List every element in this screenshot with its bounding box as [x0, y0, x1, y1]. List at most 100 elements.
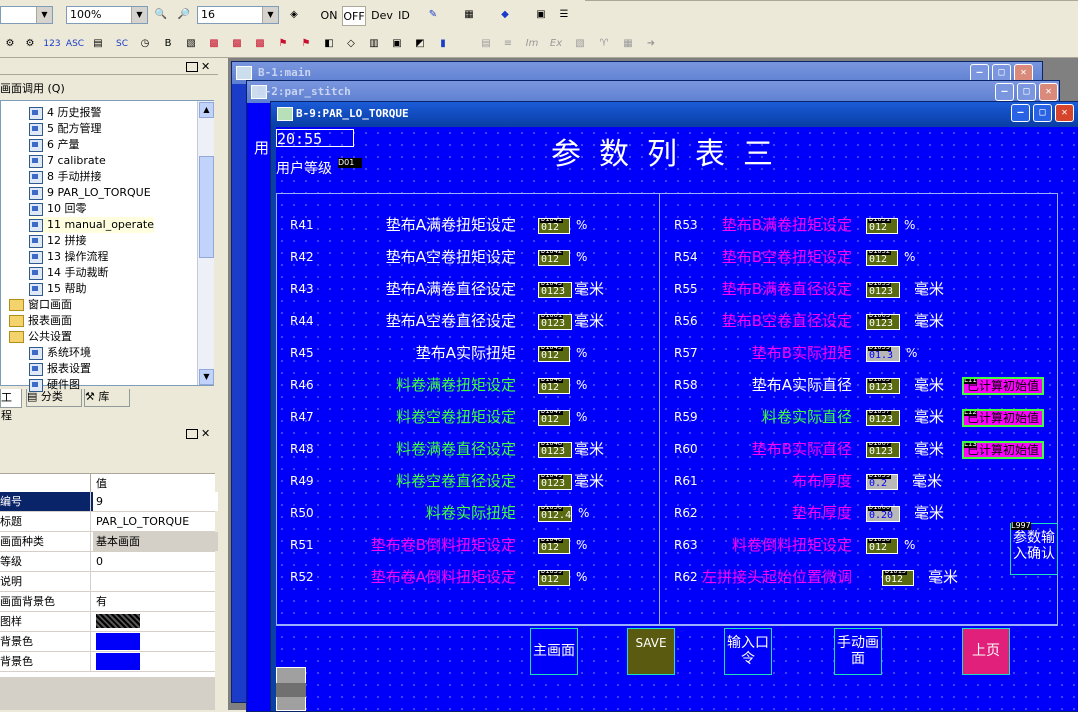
numeric-input-icon[interactable]: ▤	[90, 36, 106, 52]
close-icon[interactable]: ✕	[201, 427, 210, 440]
tree-item[interactable]: 8 手动拼接	[29, 169, 102, 185]
close-button[interactable]: ✕	[1055, 104, 1074, 122]
bar-icon[interactable]: ▥	[366, 36, 382, 52]
tree-item[interactable]: 报表设置	[29, 361, 91, 377]
tree-item[interactable]: 窗口画面	[9, 297, 72, 313]
reset-initial-button[interactable]: 已计算初始值 L12	[962, 409, 1044, 427]
param-value-field[interactable]: 0123 D1053	[866, 282, 900, 298]
param-value-field[interactable]: 0123 D1057	[866, 410, 900, 426]
tree-item[interactable]: 9 PAR_LO_TORQUE	[29, 185, 151, 201]
word-switch-icon[interactable]: ⚑	[298, 36, 314, 52]
meter-icon[interactable]: ▣	[389, 36, 405, 52]
pattern-icon[interactable]: ▦	[461, 7, 477, 23]
go-screen-icon[interactable]: ◧	[321, 36, 337, 52]
main-screen-button[interactable]: 主画面	[530, 628, 578, 675]
tab-project[interactable]: 工程	[0, 389, 22, 422]
font-size-combo[interactable]: 16 ▼	[197, 6, 279, 24]
scroll-up-icon[interactable]: ▲	[199, 102, 214, 118]
layer-icon[interactable]: ▣	[533, 7, 549, 23]
pen-icon[interactable]: ✎	[425, 7, 441, 23]
property-value[interactable]: 基本画面	[93, 532, 218, 551]
param-confirm-button[interactable]: L997 参数输入确认	[1010, 522, 1058, 575]
scroll-down-icon[interactable]: ▼	[199, 369, 214, 385]
param-value-field[interactable]: 012 D1046	[538, 538, 570, 554]
property-value[interactable]: 有	[93, 592, 218, 611]
property-value[interactable]: 0	[93, 552, 218, 571]
close-icon[interactable]: ✕	[201, 60, 210, 73]
device-icon[interactable]: ⚙	[2, 36, 18, 52]
tree-item[interactable]: 4 历史报警	[29, 105, 102, 121]
tree-item[interactable]: 7 calibrate	[29, 153, 106, 169]
alarm-icon[interactable]: ▩	[206, 36, 222, 52]
maximize-button[interactable]: □	[1033, 104, 1052, 122]
dev-button[interactable]: Dev	[370, 6, 394, 26]
clock-icon[interactable]: ◷	[137, 36, 153, 52]
param-value-field[interactable]: 012 D1047	[538, 410, 570, 426]
paint-bucket-icon[interactable]: ◆	[497, 7, 513, 23]
param-value-field[interactable]: 012 D1045	[538, 346, 570, 362]
tree-item[interactable]: 13 操作流程	[29, 249, 109, 265]
param-value-field[interactable]: 0123 D1043	[538, 282, 572, 298]
param-value-field[interactable]: 012 D1052	[866, 250, 898, 266]
layer-combo[interactable]: ▼	[0, 6, 53, 24]
screen-call-header[interactable]: 画面调用 (Q)	[0, 80, 65, 96]
property-value[interactable]: PAR_LO_TORQUE	[93, 512, 218, 531]
window-par-lo-torque[interactable]: B-9:PAR_LO_TORQUE – □ ✕ 20:55 用 用户等级 D01…	[254, 101, 1078, 712]
comment-icon[interactable]: B	[160, 36, 176, 52]
property-value[interactable]: 9	[93, 492, 218, 511]
minimize-button[interactable]: –	[1011, 104, 1030, 122]
restore-icon[interactable]	[186, 62, 198, 72]
param-value-field[interactable]: 012 D1039	[538, 570, 570, 586]
reset-initial-button[interactable]: 已计算初始值 L13	[962, 441, 1044, 459]
property-row[interactable]: 画面种类 基本画面	[0, 532, 218, 552]
param-value-field[interactable]: 012 D1038	[866, 538, 898, 554]
device2-icon[interactable]: ⚙	[22, 36, 38, 52]
bar-graph-icon[interactable]: ▮	[435, 36, 451, 52]
close-button[interactable]: ✕	[1039, 83, 1058, 101]
numeric-display-button[interactable]: 123	[41, 34, 63, 54]
reset-initial-button[interactable]: 已计算初始值 L11	[962, 377, 1044, 395]
property-row[interactable]: 图样	[0, 612, 215, 632]
trend-graph-icon[interactable]: ◩	[412, 36, 428, 52]
scroll-thumb[interactable]	[199, 156, 214, 258]
window-active-titlebar[interactable]: B-9:PAR_LO_TORQUE – □ ✕	[271, 102, 1078, 125]
save-button[interactable]: SAVE	[627, 628, 675, 675]
param-value-field[interactable]: 012 D1015	[882, 570, 914, 586]
tree-item[interactable]: 14 手动裁断	[29, 265, 109, 281]
list-icon[interactable]: ☰	[556, 7, 572, 23]
prev-page-button[interactable]: 上页	[962, 628, 1010, 675]
pattern-swatch[interactable]	[96, 614, 140, 628]
parts-icon[interactable]: ▧	[183, 36, 199, 52]
param-value-field[interactable]: 01.3 D1055	[866, 346, 900, 362]
param-value-field[interactable]: 0123 D1049	[538, 474, 572, 490]
param-value-field[interactable]: 012 D1041	[538, 218, 570, 234]
param-value-field[interactable]: 0123 D1067	[866, 442, 900, 458]
property-row[interactable]: 说明	[0, 572, 215, 592]
tree-item[interactable]: 12 拼接	[29, 233, 87, 249]
property-row[interactable]: 等级 0	[0, 552, 215, 572]
param-value-field[interactable]: 0123 D1061	[538, 314, 572, 330]
fill-bucket-icon[interactable]: ◈	[286, 7, 302, 23]
color-swatch[interactable]	[96, 653, 140, 670]
shape-icon[interactable]: ◇	[343, 36, 359, 52]
tree-scrollbar[interactable]: ▲ ▼	[197, 101, 214, 385]
param-value-field[interactable]: 0.20 D1060	[866, 506, 900, 522]
property-value[interactable]	[93, 572, 218, 591]
param-value-field[interactable]: 0123 D1048	[538, 442, 572, 458]
ascii-input-button[interactable]: SC	[112, 34, 132, 54]
tree-item[interactable]: 15 帮助	[29, 281, 87, 297]
property-row[interactable]: 背景色	[0, 632, 215, 652]
param-value-field[interactable]: 0.2 D1059	[866, 474, 898, 490]
window-par-stitch-titlebar[interactable]: B-2:par_stitch – □ ✕	[247, 81, 1059, 103]
property-row[interactable]: 背景色	[0, 652, 215, 672]
tree-item[interactable]: 10 回零	[29, 201, 87, 217]
tree-item[interactable]: 5 配方管理	[29, 121, 102, 137]
ascii-display-button[interactable]: ASC	[64, 34, 86, 54]
maximize-button[interactable]: □	[1017, 83, 1036, 101]
history-icon[interactable]: ▩	[252, 36, 268, 52]
zoom-in-icon[interactable]: 🔍	[153, 7, 169, 23]
color-swatch[interactable]	[96, 633, 140, 650]
tree-item[interactable]: 6 产量	[29, 137, 80, 153]
on-button[interactable]: ON	[318, 6, 340, 26]
param-value-field[interactable]: 0123 D1063	[866, 314, 900, 330]
